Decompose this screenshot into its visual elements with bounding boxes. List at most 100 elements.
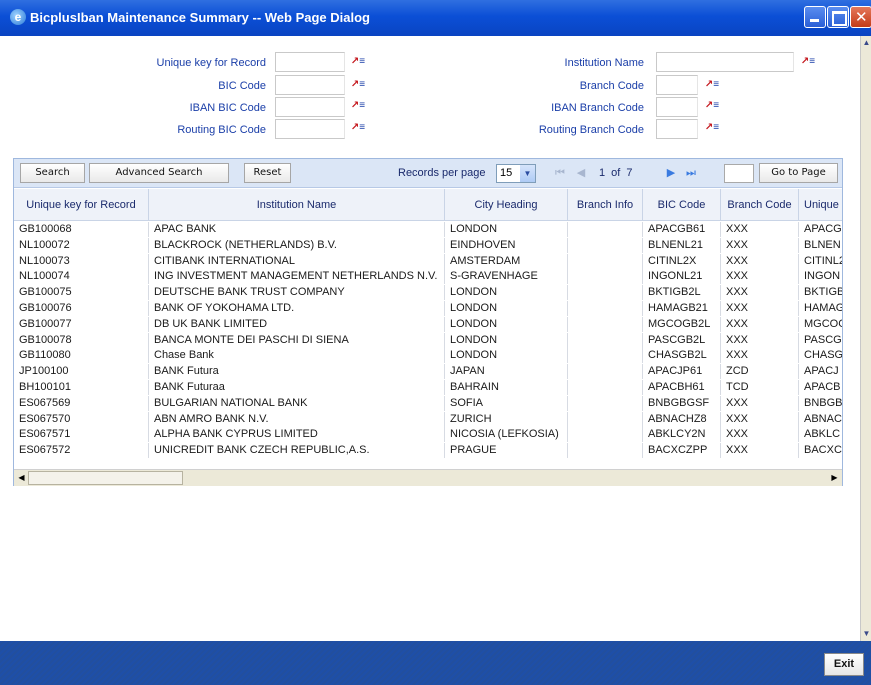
table-cell: MGCOGB2L	[643, 316, 721, 332]
routing-branch-code-label: Routing Branch Code	[538, 124, 644, 136]
table-row[interactable]: BH100101 BANK Futuraa BAHRAIN APACBH61 TCD AP…	[14, 380, 842, 395]
exit-button[interactable]: Exit	[824, 653, 864, 676]
table-cell	[568, 443, 643, 459]
table-row[interactable]: ES067571 ALPHA BANK CYPRUS LIMITED NICOSIA…	[14, 427, 842, 443]
routing-branch-code-lov-icon[interactable]: ↗≡	[704, 121, 720, 135]
table-cell: NICOSIA (LEFKOSIA)	[445, 427, 568, 443]
table-cell: CITINL2	[804, 254, 842, 267]
column-header[interactable]: Unique key for Record	[14, 189, 149, 221]
scroll-down-icon[interactable]: ▼	[861, 627, 871, 641]
go-to-page-input[interactable]	[724, 164, 754, 183]
table-cell: NL100074	[14, 269, 149, 285]
table-row[interactable]: GB110080 Chase Bank LONDON CHASGB2L XXX CHASG	[14, 348, 842, 364]
iban-branch-code-lov-icon[interactable]: ↗≡	[704, 99, 720, 113]
unique-key-lov-icon[interactable]: ↗≡	[350, 55, 366, 69]
advanced-search-button[interactable]: Advanced Search	[89, 163, 229, 183]
search-button[interactable]: Search	[20, 163, 85, 183]
table-cell	[568, 253, 643, 269]
routing-branch-code-input[interactable]	[656, 119, 698, 139]
grid-toolbar: Search Advanced Search Reset Records per…	[14, 159, 842, 188]
table-row[interactable]: GB100075 DEUTSCHE BANK TRUST COMPANY LONDO…	[14, 285, 842, 301]
table-cell: ABN AMRO BANK N.V.	[149, 411, 445, 427]
institution-name-lov-icon[interactable]: ↗≡	[800, 55, 816, 69]
table-cell: ING INVESTMENT MANAGEMENT NETHERLANDS N.…	[149, 269, 445, 285]
routing-bic-code-lov-icon[interactable]: ↗≡	[350, 121, 366, 135]
branch-code-input[interactable]	[656, 75, 698, 95]
table-row[interactable]: GB100077 DB UK BANK LIMITED LONDON MGCOGB2L…	[14, 316, 842, 332]
column-header[interactable]: Branch Info	[568, 189, 643, 221]
table-row[interactable]: ES067572 UNICREDIT BANK CZECH REPUBLIC,A.…	[14, 443, 842, 459]
table-row[interactable]: NL100073 CITIBANK INTERNATIONAL AMSTERDAM C…	[14, 253, 842, 269]
column-header[interactable]: Unique	[799, 189, 842, 221]
table-row[interactable]: GB100068 APAC BANK LONDON APACGB61 XXX APACG	[14, 222, 842, 237]
table-row[interactable]: NL100074 ING INVESTMENT MANAGEMENT NETHER…	[14, 269, 842, 285]
table-row[interactable]: JP100100 BANK Futura JAPAN APACJP61 ZCD APACJ	[14, 364, 842, 380]
table-row[interactable]: ES067570 ABN AMRO BANK N.V. ZURICH ABNACHZ8…	[14, 411, 842, 427]
page-info: 1 of 7	[599, 167, 633, 179]
table-cell: LONDON	[445, 222, 568, 237]
table-cell	[568, 269, 643, 285]
scroll-left-icon[interactable]: ◀	[15, 471, 28, 485]
last-page-icon[interactable]: ⏭	[684, 166, 698, 180]
table-cell: S-GRAVENHAGE	[445, 269, 568, 285]
ie-icon: e	[10, 9, 26, 25]
iban-bic-code-lov-icon[interactable]: ↗≡	[350, 99, 366, 113]
institution-name-label: Institution Name	[564, 57, 644, 69]
table-cell: LONDON	[445, 316, 568, 332]
table-cell: GB100078	[14, 332, 149, 348]
next-page-icon[interactable]: ▶	[664, 166, 678, 180]
institution-name-input[interactable]	[656, 52, 794, 72]
table-cell: CITINL2X	[643, 253, 721, 269]
table-cell	[568, 427, 643, 443]
bic-code-input[interactable]	[275, 75, 345, 95]
column-header[interactable]: BIC Code	[643, 189, 721, 221]
records-per-page-label: Records per page	[398, 167, 486, 179]
iban-branch-code-input[interactable]	[656, 97, 698, 117]
minimize-button[interactable]	[804, 6, 826, 28]
column-header[interactable]: City Heading	[445, 189, 568, 221]
table-cell: CITIBANK INTERNATIONAL	[149, 253, 445, 269]
window-title: BicplusIban Maintenance Summary -- Web P…	[30, 10, 370, 25]
table-cell: BACXC	[804, 444, 842, 457]
table-cell: LONDON	[445, 332, 568, 348]
table-cell: ES067569	[14, 395, 149, 411]
scroll-right-icon[interactable]: ▶	[828, 471, 841, 485]
table-cell: GB100075	[14, 285, 149, 301]
table-cell: JAPAN	[445, 364, 568, 380]
previous-page-icon[interactable]: ◀	[574, 166, 588, 180]
go-to-page-button[interactable]: Go to Page	[759, 163, 838, 183]
table-row[interactable]: GB100078 BANCA MONTE DEI PASCHI DI SIENA L…	[14, 332, 842, 348]
table-cell	[568, 332, 643, 348]
maximize-button[interactable]	[827, 6, 849, 28]
table-cell: APACJP61	[643, 364, 721, 380]
column-header[interactable]: Branch Code	[721, 189, 799, 221]
scroll-thumb[interactable]	[28, 471, 183, 485]
table-cell: XXX	[721, 301, 799, 316]
table-cell: XXX	[721, 269, 799, 285]
table-row[interactable]: GB100076 BANK OF YOKOHAMA LTD. LONDON HAMAG…	[14, 301, 842, 316]
table-cell: XXX	[721, 427, 799, 443]
close-button[interactable]	[850, 6, 871, 28]
iban-branch-code-label: IBAN Branch Code	[551, 102, 644, 114]
table-cell: PRAGUE	[445, 443, 568, 459]
first-page-icon[interactable]: ⏮	[553, 166, 567, 180]
routing-bic-code-input[interactable]	[275, 119, 345, 139]
table-row[interactable]: NL100072 BLACKROCK (NETHERLANDS) B.V. EIND…	[14, 237, 842, 253]
table-cell: BLACKROCK (NETHERLANDS) B.V.	[149, 237, 445, 253]
table-cell: ZCD	[721, 364, 799, 380]
unique-key-input[interactable]	[275, 52, 345, 72]
table-row[interactable]: ES067569 BULGARIAN NATIONAL BANK SOFIA BNBG…	[14, 395, 842, 411]
branch-code-lov-icon[interactable]: ↗≡	[704, 78, 720, 92]
iban-bic-code-input[interactable]	[275, 97, 345, 117]
column-header[interactable]: Institution Name	[149, 189, 445, 221]
table-cell	[568, 285, 643, 301]
grid-horizontal-scrollbar[interactable]: ◀ ▶	[14, 469, 842, 486]
table-cell: SOFIA	[445, 395, 568, 411]
bic-code-lov-icon[interactable]: ↗≡	[350, 78, 366, 92]
table-cell	[568, 411, 643, 427]
table-cell: APACJ	[804, 365, 839, 378]
scroll-up-icon[interactable]: ▲	[861, 36, 871, 50]
reset-button[interactable]: Reset	[244, 163, 291, 183]
dialog-vertical-scrollbar[interactable]: ▲ ▼	[860, 36, 871, 641]
records-per-page-select[interactable]: 15 ▼	[496, 164, 536, 183]
